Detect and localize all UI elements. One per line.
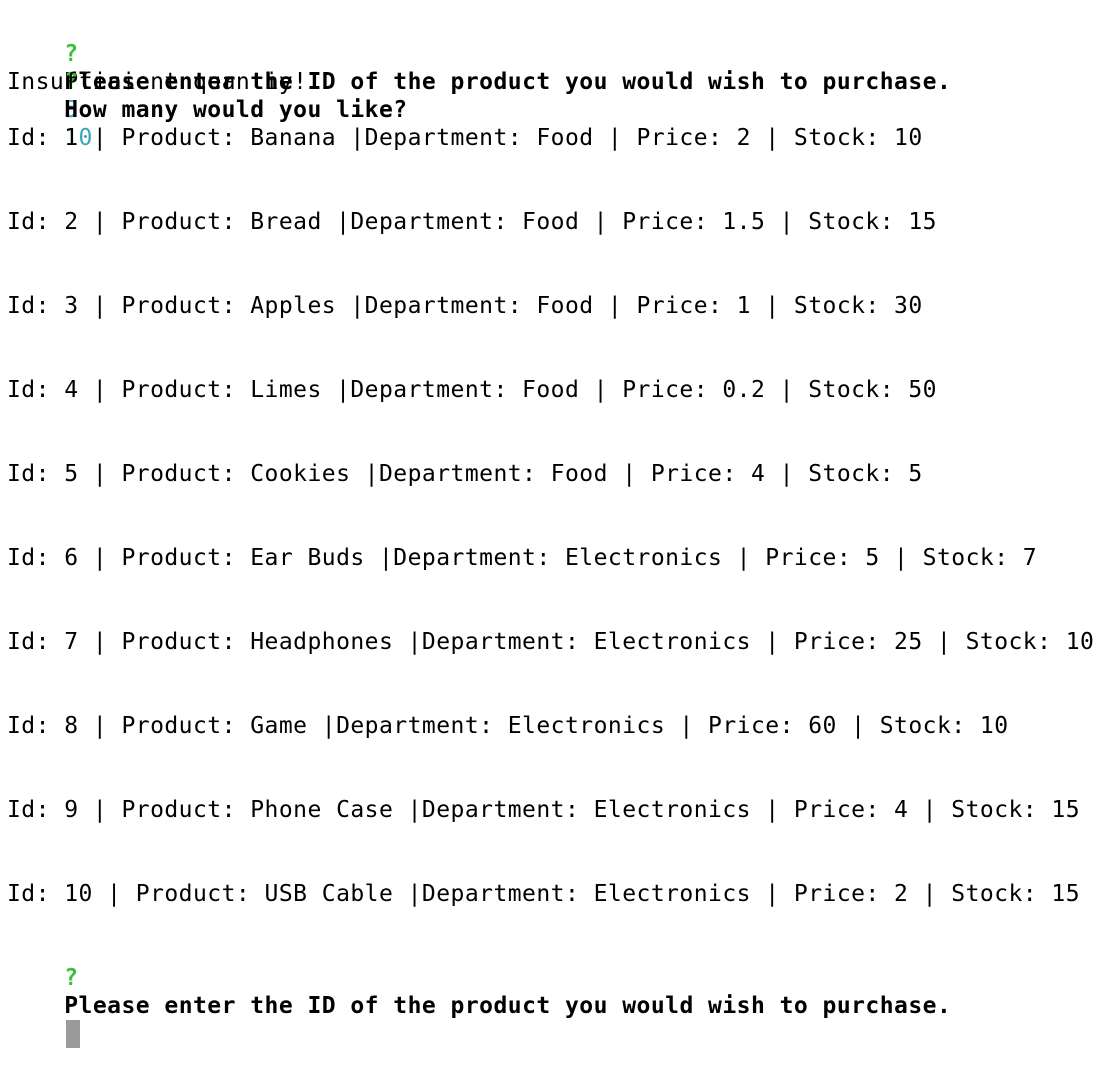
product-row: Id: 2 | Product: Bread |Department: Food… xyxy=(7,209,937,235)
prompt-question-text: How many would you like? xyxy=(64,97,408,123)
text-cursor[interactable] xyxy=(66,1020,81,1048)
product-row: Id: 10 | Product: USB Cable |Department:… xyxy=(7,881,1081,907)
product-row: Id: 3 | Product: Apples |Department: Foo… xyxy=(7,293,923,319)
product-row: Id: 4 | Product: Limes |Department: Food… xyxy=(7,377,937,403)
prompt-line-quantity: ? How many would you like? 10 xyxy=(7,40,408,151)
product-row: Id: 6 | Product: Ear Buds |Department: E… xyxy=(7,545,1038,571)
product-row: Id: 5 | Product: Cookies |Department: Fo… xyxy=(7,461,923,487)
product-row: Id: 9 | Product: Phone Case |Department:… xyxy=(7,797,1081,823)
insufficient-quantity-message: Insufficient quantiy! xyxy=(7,69,308,95)
prompt-line-product-id-current[interactable]: ? Please enter the ID of the product you… xyxy=(7,936,951,1048)
prompt-question-text: Please enter the ID of the product you w… xyxy=(64,993,952,1019)
product-row: Id: 8 | Product: Game |Department: Elect… xyxy=(7,713,1009,739)
prompt-question-mark: ? xyxy=(64,965,79,991)
product-row: Id: 7 | Product: Headphones |Department:… xyxy=(7,629,1095,655)
prompt-line-product-id: ? Please enter the ID of the product you… xyxy=(7,12,951,123)
product-row: Id: 1 | Product: Banana |Department: Foo… xyxy=(7,125,923,151)
terminal-window[interactable]: ? Please enter the ID of the product you… xyxy=(7,0,1109,1048)
